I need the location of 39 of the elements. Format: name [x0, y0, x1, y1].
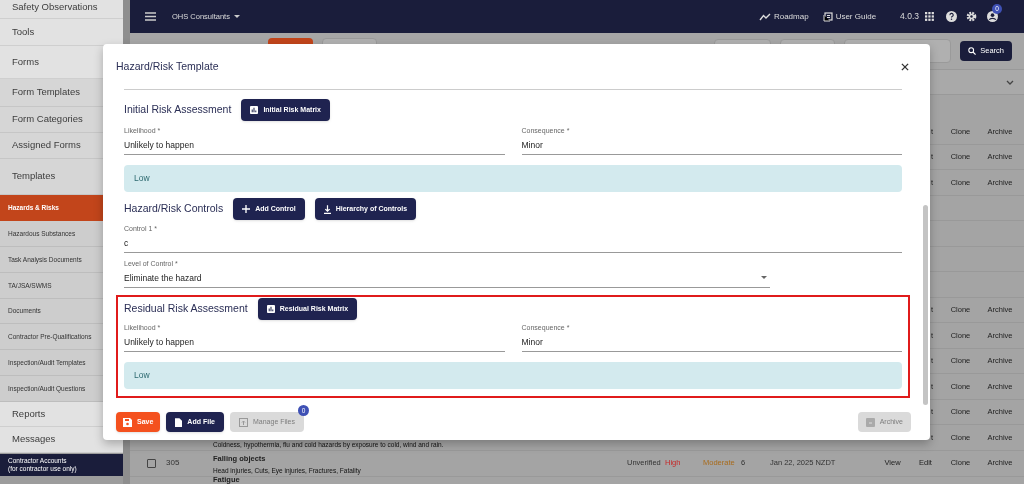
- chevron-down-icon[interactable]: [1006, 79, 1014, 85]
- apps-grid-icon[interactable]: [925, 12, 934, 21]
- field-value: Minor: [521, 336, 543, 348]
- section-heading: Hazard/Risk Controls: [124, 201, 224, 217]
- sidebar-item[interactable]: Tools: [0, 19, 123, 46]
- bar-chart-icon: [250, 106, 259, 114]
- field-value: Eliminate the hazard: [124, 272, 202, 284]
- version-label: 4.0.3: [900, 10, 919, 23]
- plus-icon: [242, 205, 251, 213]
- book-icon: [822, 11, 833, 22]
- risk-rating-banner: Low: [124, 362, 902, 389]
- download-icon: [323, 204, 331, 214]
- trend-line-icon: [758, 12, 771, 21]
- menu-icon[interactable]: [145, 12, 156, 21]
- archive-box-icon: [865, 417, 875, 427]
- close-icon[interactable]: [901, 62, 909, 71]
- upload-icon: [239, 417, 248, 427]
- bar-chart-icon: [266, 305, 275, 313]
- section-heading: Initial Risk Assessment: [124, 102, 232, 118]
- field-value: c: [124, 237, 129, 249]
- sidebar-item[interactable]: Safety Observations: [0, 0, 123, 19]
- sidebar-item[interactable]: Messages: [0, 427, 123, 453]
- account-icon[interactable]: [987, 11, 998, 22]
- search-icon: [968, 47, 977, 55]
- section-heading: Residual Risk Assessment: [124, 301, 248, 317]
- field-value: Minor: [521, 139, 543, 151]
- caret-icon: [233, 15, 240, 18]
- risk-rating-banner: Low: [124, 165, 902, 192]
- dropdown-caret-icon: [761, 276, 767, 279]
- help-icon[interactable]: [946, 11, 957, 22]
- scrollbar-thumb[interactable]: [923, 205, 928, 405]
- settings-icon[interactable]: [966, 11, 977, 22]
- nav-link[interactable]: Roadmap: [758, 10, 809, 23]
- document-icon: [175, 417, 183, 427]
- field-value: Unlikely to happen: [124, 336, 194, 348]
- nav-link[interactable]: User Guide: [822, 10, 877, 23]
- row-number: 305: [166, 457, 180, 469]
- row-checkbox[interactable]: [147, 458, 156, 468]
- field-value: Unlikely to happen: [124, 139, 194, 151]
